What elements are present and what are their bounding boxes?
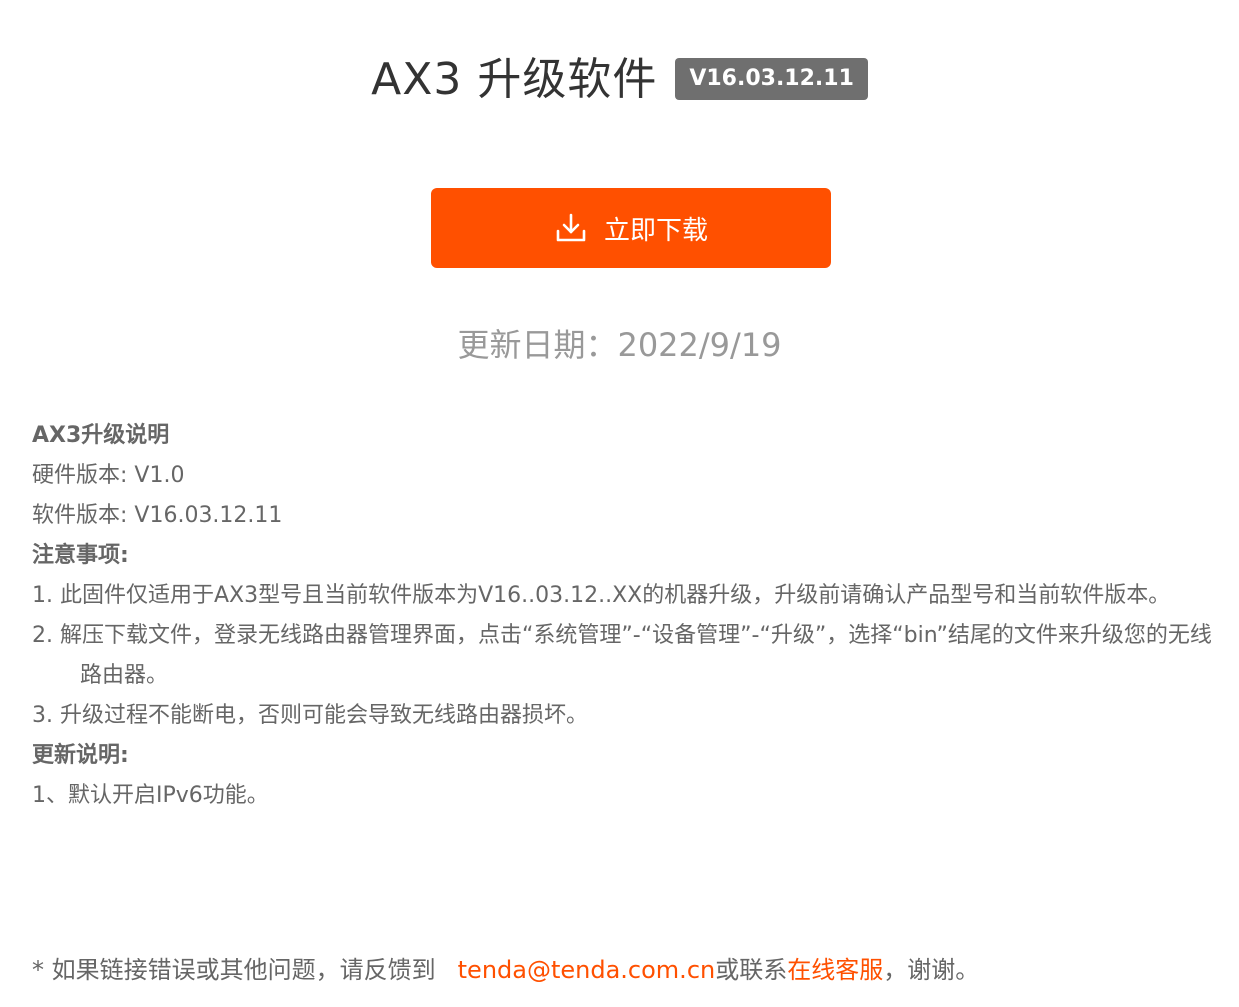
changelog-heading: 更新说明: bbox=[32, 743, 129, 768]
hardware-version: 硬件版本: V1.0 bbox=[32, 463, 185, 488]
software-version: 软件版本: V16.03.12.11 bbox=[32, 503, 283, 528]
download-icon bbox=[556, 213, 586, 242]
feedback-middle: 或联系 bbox=[715, 956, 788, 984]
download-button[interactable]: 立即下载 bbox=[431, 188, 831, 268]
caution-heading: 注意事项: bbox=[32, 543, 129, 568]
caution-item: 3. 升级过程不能断电，否则可能会导致无线路由器损坏。 bbox=[32, 703, 588, 728]
download-button-label: 立即下载 bbox=[603, 215, 708, 246]
feedback-note: * 如果链接错误或其他问题，请反馈到 tenda@tenda.com.cn或联系在… bbox=[32, 950, 979, 985]
version-badge: V16.03.12.11 bbox=[675, 57, 868, 101]
page-title: AX3 升级软件 bbox=[371, 54, 658, 105]
changelog-item: 1、默认开启IPv6功能。 bbox=[32, 783, 269, 808]
notes-heading: AX3升级说明 bbox=[32, 423, 170, 448]
feedback-suffix: ，谢谢。 bbox=[883, 956, 980, 984]
release-notes: AX3升级说明 硬件版本: V1.0 软件版本: V16.03.12.11 注意… bbox=[32, 416, 1222, 816]
caution-item: 1. 此固件仅适用于AX3型号且当前软件版本为V16..03.12..XX的机器… bbox=[32, 583, 1171, 608]
feedback-prefix: * 如果链接错误或其他问题，请反馈到 bbox=[32, 956, 436, 984]
support-email-link[interactable]: tenda@tenda.com.cn bbox=[458, 956, 716, 984]
update-date: 更新日期：2022/9/19 bbox=[457, 326, 782, 364]
title-row: AX3 升级软件 V16.03.12.11 bbox=[0, 40, 1239, 110]
caution-item: 2. 解压下载文件，登录无线路由器管理界面，点击“系统管理”-“设备管理”-“升… bbox=[32, 623, 1212, 688]
online-support-link[interactable]: 在线客服 bbox=[787, 956, 883, 984]
